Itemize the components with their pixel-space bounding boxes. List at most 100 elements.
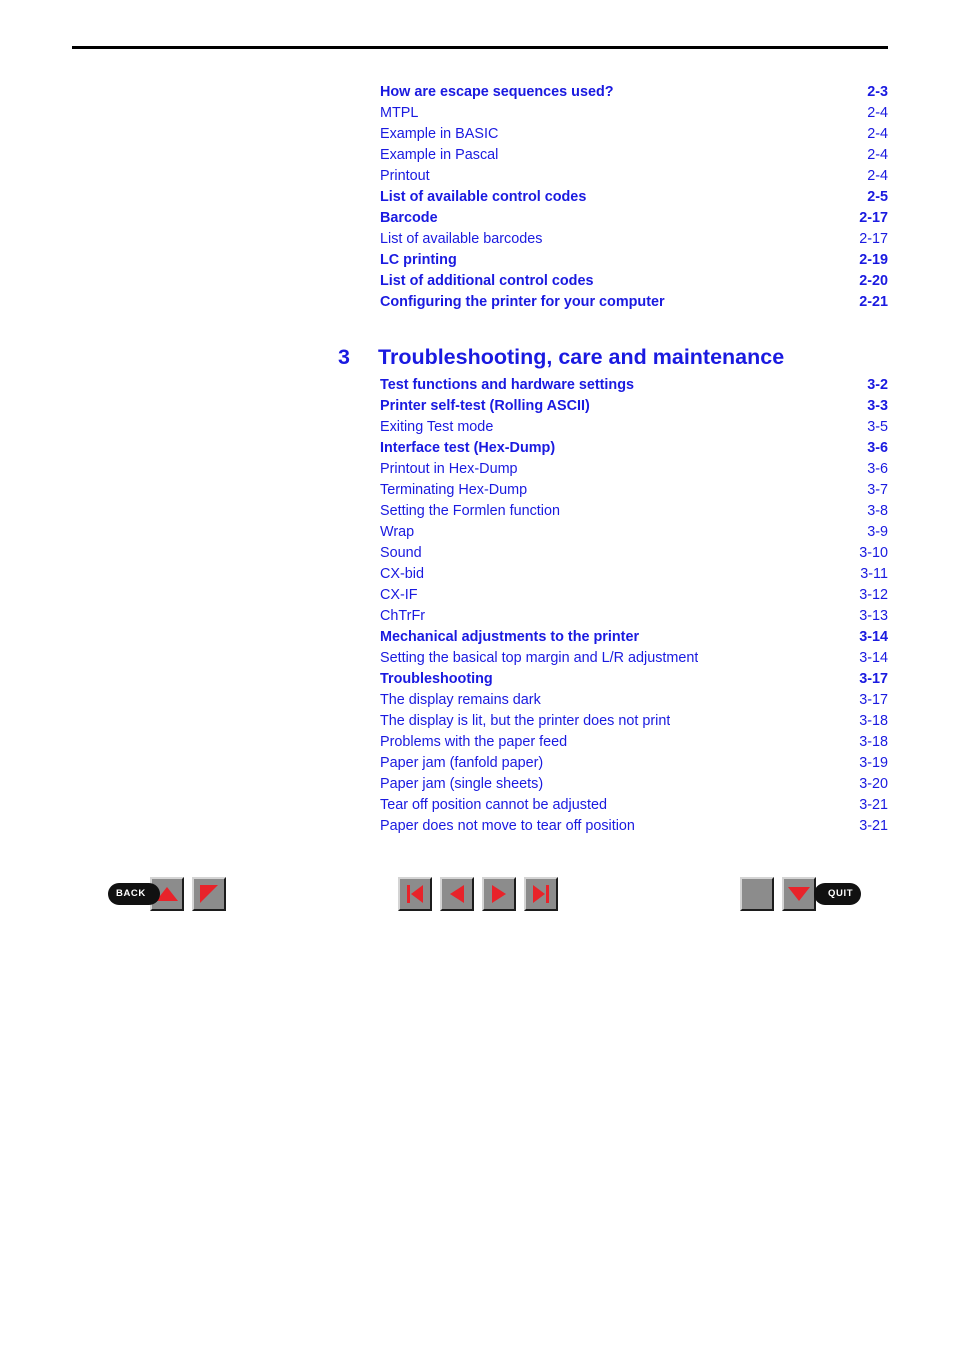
toc-entry[interactable]: Interface test (Hex-Dump) 3-6 (380, 438, 888, 459)
next-page-button[interactable] (482, 877, 516, 911)
toc-entry[interactable]: Tear off position cannot be adjusted 3-21 (380, 795, 888, 816)
toc-entry-page: 3-20 (859, 776, 888, 792)
toc-entry[interactable]: Setting the Formlen function 3-8 (380, 501, 888, 522)
toc-entry-page: 2-19 (859, 252, 888, 268)
navigation-bar: BACK QUIT (0, 872, 954, 916)
toc-entry-title: The display remains dark (380, 692, 541, 708)
toc-entry-title: Exiting Test mode (380, 419, 494, 435)
toc-entry-title: Configuring the printer for your compute… (380, 294, 665, 310)
toc-entry-title: Printout (380, 168, 430, 184)
toc-entry[interactable]: Printout 2-4 (380, 166, 888, 187)
toc-entry[interactable]: Example in BASIC 2-4 (380, 124, 888, 145)
toc-entry-title: Paper jam (fanfold paper) (380, 755, 544, 771)
previous-page-icon (442, 879, 472, 909)
toc-entry-page: 3-10 (859, 545, 888, 561)
toc-entry[interactable]: Wrap 3-9 (380, 522, 888, 543)
toc-entry[interactable]: CX-IF 3-12 (380, 585, 888, 606)
toc-entry-title: Wrap (380, 524, 415, 540)
toc-entry[interactable]: Barcode 2-17 (380, 208, 888, 229)
toc-entry[interactable]: Sound 3-10 (380, 543, 888, 564)
toc-entry[interactable]: Paper jam (fanfold paper) 3-19 (380, 753, 888, 774)
down-triangle-icon (784, 879, 814, 909)
toc-list-chapter-2: How are escape sequences used? 2-3 MTPL 2-4… (380, 82, 888, 313)
toc-entry[interactable]: Exiting Test mode 3-5 (380, 417, 888, 438)
toc-entry[interactable]: Troubleshooting 3-17 (380, 669, 888, 690)
toc-entry-title: ChTrFr (380, 608, 426, 624)
toc-entry[interactable]: Paper jam (single sheets) 3-20 (380, 774, 888, 795)
toc-entry[interactable]: CX-bid 3-11 (380, 564, 888, 585)
toc-entry[interactable]: Printout in Hex-Dump 3-6 (380, 459, 888, 480)
toc-entry-title: Interface test (Hex-Dump) (380, 440, 556, 456)
blank-icon (742, 879, 772, 909)
toc-entry[interactable]: Paper does not move to tear off position… (380, 816, 888, 837)
toc-entry[interactable]: The display is lit, but the printer does… (380, 711, 888, 732)
toc-entry-title: How are escape sequences used? (380, 84, 614, 100)
toc-entry-title: Setting the Formlen function (380, 503, 560, 519)
toc-entry[interactable]: Test functions and hardware settings 3-2 (380, 375, 888, 396)
header-rule (72, 46, 888, 49)
toc-entry-title: The display is lit, but the printer does… (380, 713, 671, 729)
toc-entry-title: LC printing (380, 252, 457, 268)
toc-entry-page: 2-17 (859, 231, 888, 247)
toc-entry[interactable]: LC printing 2-19 (380, 250, 888, 271)
next-page-icon (484, 879, 514, 909)
toc-entry-page: 3-6 (867, 440, 888, 456)
chapter-heading[interactable]: 3 Troubleshooting, care and maintenance (338, 344, 888, 371)
toc-entry-title: Setting the basical top margin and L/R a… (380, 650, 699, 666)
first-page-button[interactable] (398, 877, 432, 911)
page-corner-button[interactable] (191, 877, 226, 911)
toc-entry-title: Sound (380, 545, 422, 561)
toc-entry-page: 2-3 (867, 84, 888, 100)
toc-entry[interactable]: List of available control codes 2-5 (380, 187, 888, 208)
toc-entry[interactable]: List of available barcodes 2-17 (380, 229, 888, 250)
toc-entry-page: 3-13 (859, 608, 888, 624)
toc-entry-page: 3-19 (859, 755, 888, 771)
toc-entry[interactable]: Setting the basical top margin and L/R a… (380, 648, 888, 669)
toc-entry-page: 3-8 (867, 503, 888, 519)
toc-entry-title: Mechanical adjustments to the printer (380, 629, 640, 645)
toc-entry[interactable]: Mechanical adjustments to the printer 3-1… (380, 627, 888, 648)
toc-entry[interactable]: Example in Pascal 2-4 (380, 145, 888, 166)
toc-entry-title: Tear off position cannot be adjusted (380, 797, 607, 813)
blank-button[interactable] (740, 877, 774, 911)
toc-entry-page: 2-17 (859, 210, 888, 226)
toc-entry-page: 2-20 (859, 273, 888, 289)
toc-entry-page: 3-21 (859, 818, 888, 834)
toc-entry[interactable]: The display remains dark 3-17 (380, 690, 888, 711)
toc-entry-page: 3-14 (859, 650, 888, 666)
nav-group-right: QUIT (740, 872, 862, 916)
toc-entry-title: List of available control codes (380, 189, 587, 205)
toc-entry-page: 2-4 (867, 105, 888, 121)
toc-entry-title: CX-bid (380, 566, 424, 582)
toc-entry-page: 3-9 (867, 524, 888, 540)
toc-entry-page: 3-11 (860, 566, 888, 582)
toc-entry-title: Paper jam (single sheets) (380, 776, 544, 792)
toc-entry[interactable]: Terminating Hex-Dump 3-7 (380, 480, 888, 501)
toc-entry-page: 3-3 (867, 398, 888, 414)
chapter-title: Troubleshooting, care and maintenance (378, 345, 785, 369)
nav-group-left: BACK (108, 872, 226, 916)
toc-entry[interactable]: How are escape sequences used? 2-3 (380, 82, 888, 103)
toc-entry-page: 3-17 (859, 692, 888, 708)
toc-entry-page: 3-7 (867, 482, 888, 498)
toc-entry[interactable]: MTPL 2-4 (380, 103, 888, 124)
toc-entry[interactable]: Problems with the paper feed 3-18 (380, 732, 888, 753)
toc-entry-page: 2-4 (867, 168, 888, 184)
last-page-button[interactable] (524, 877, 558, 911)
scroll-down-button[interactable] (782, 877, 816, 911)
toc-entry-page: 3-6 (867, 461, 888, 477)
toc-entry[interactable]: ChTrFr 3-13 (380, 606, 888, 627)
previous-page-button[interactable] (440, 877, 474, 911)
first-page-icon (400, 879, 430, 909)
toc-entry[interactable]: Configuring the printer for your compute… (380, 292, 888, 313)
toc-entry-page: 2-5 (867, 189, 888, 205)
back-label[interactable]: BACK (108, 883, 160, 905)
toc-entry-title: Troubleshooting (380, 671, 493, 687)
toc-entry-page: 3-12 (859, 587, 888, 603)
toc-entry[interactable]: Printer self-test (Rolling ASCII) 3-3 (380, 396, 888, 417)
toc-entry[interactable]: List of additional control codes 2-20 (380, 271, 888, 292)
toc-entry-title: Example in Pascal (380, 147, 499, 163)
quit-label[interactable]: QUIT (814, 883, 862, 905)
toc-entry-page: 2-4 (867, 126, 888, 142)
toc-entry-page: 3-5 (867, 419, 888, 435)
